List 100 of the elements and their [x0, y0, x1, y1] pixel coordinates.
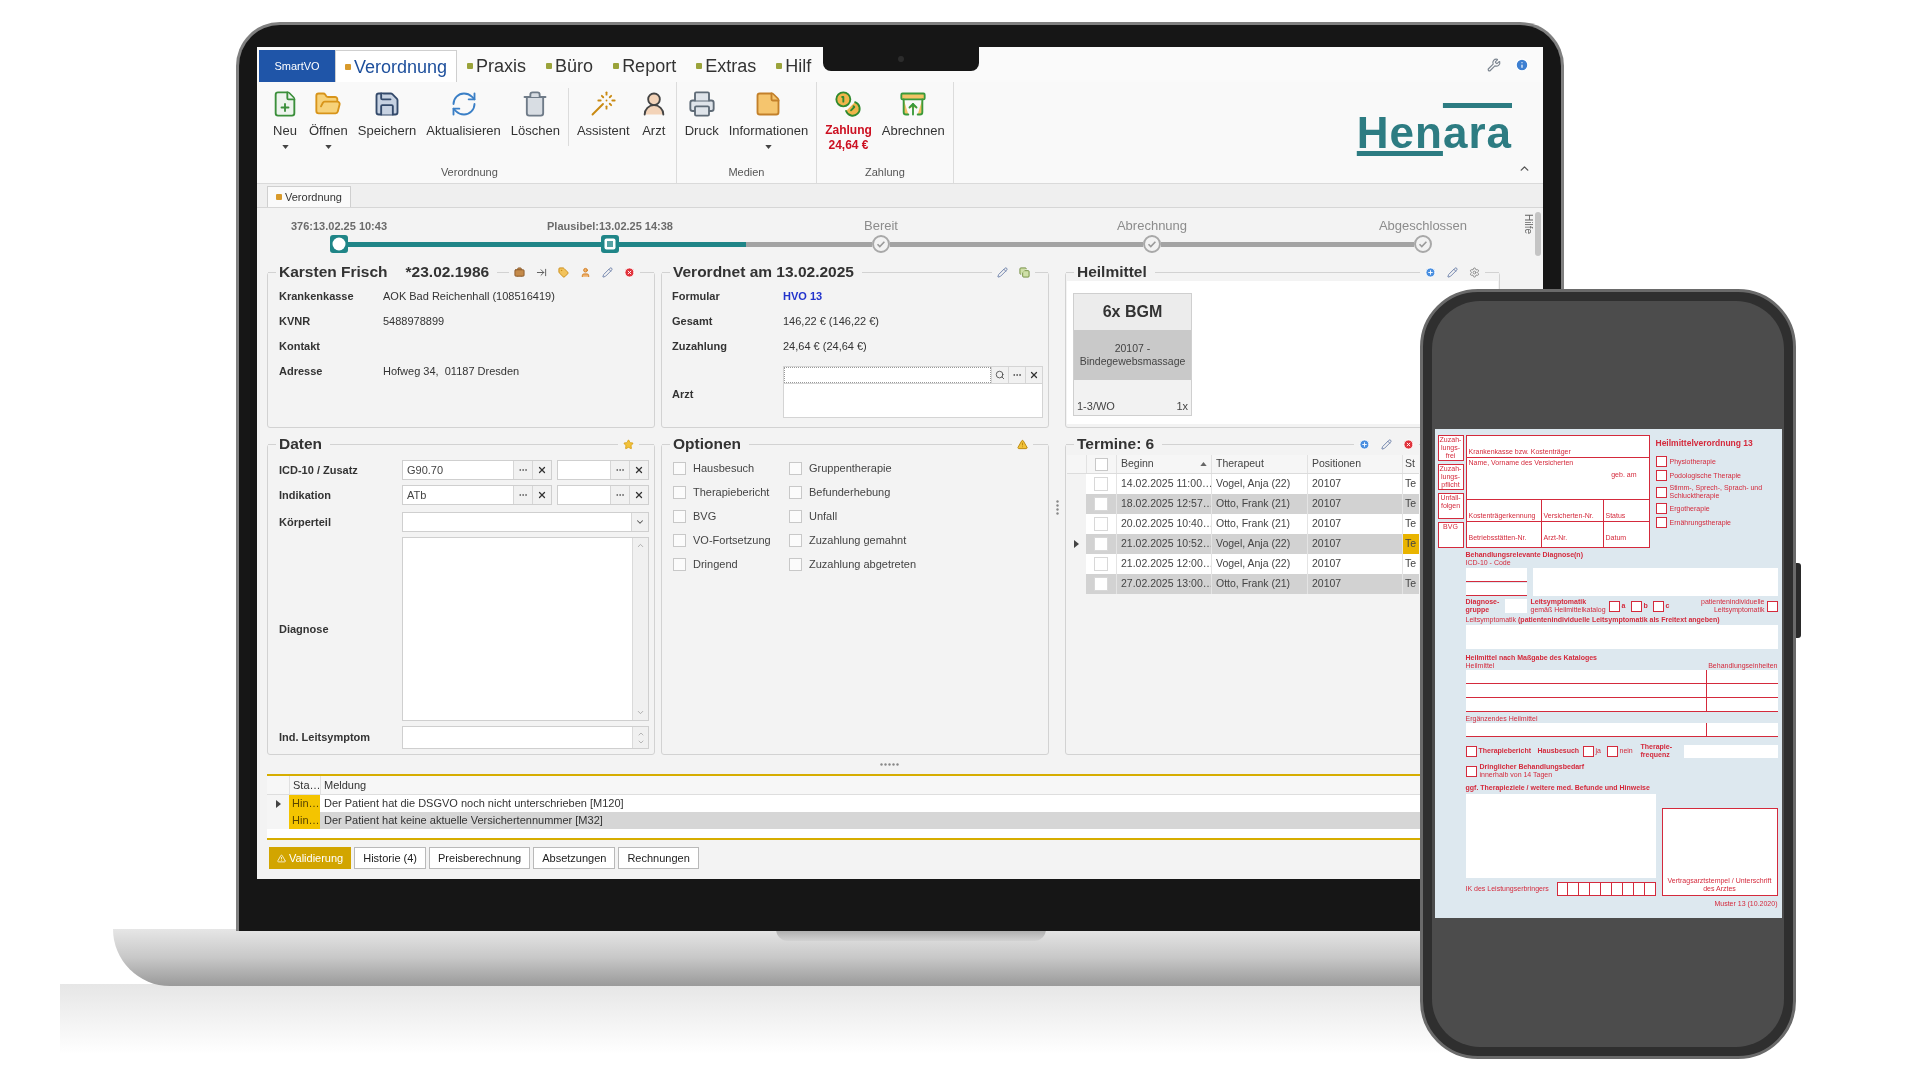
table-row[interactable]: 21.02.2025 12:00… Vogel, Anja (22) 20107 Te [1067, 554, 1419, 574]
checkbox[interactable] [673, 509, 686, 523]
pencil-icon[interactable] [997, 266, 1008, 278]
form-field[interactable] [1465, 723, 1706, 736]
app-menu-button[interactable]: SmartVO [259, 50, 335, 82]
x-circle-icon[interactable] [1403, 438, 1414, 450]
splitter-grip-icon[interactable] [1055, 500, 1059, 515]
print-button[interactable]: Druck [679, 82, 724, 162]
text-area-field[interactable] [402, 537, 649, 721]
clear-button[interactable] [532, 486, 551, 504]
form-field[interactable] [1705, 723, 1778, 736]
dropdown-field[interactable] [402, 512, 649, 532]
form-link[interactable]: HVO 13 [783, 288, 823, 305]
delete-button[interactable]: Löschen [505, 82, 565, 162]
row-checkbox[interactable] [1094, 517, 1108, 531]
save-button[interactable]: Speichern [352, 82, 422, 162]
person-icon[interactable] [580, 266, 591, 278]
form-checkbox[interactable] [1465, 765, 1477, 777]
checkbox[interactable] [673, 533, 686, 547]
input-field[interactable]: ATb [402, 485, 552, 505]
menu-tab[interactable]: Büro [536, 50, 604, 82]
checkbox[interactable] [789, 533, 802, 547]
pencil-icon[interactable] [602, 266, 613, 278]
search-button[interactable] [991, 367, 1008, 383]
table-row[interactable]: 20.02.2025 10:40… Otto, Frank (21) 20107 Te [1067, 514, 1419, 534]
column-header[interactable]: Sta… [289, 776, 320, 794]
form-checkbox[interactable] [1766, 600, 1778, 612]
phone-side-button[interactable] [1796, 563, 1801, 638]
x-circle-icon[interactable] [624, 266, 635, 278]
clear-button[interactable] [629, 461, 648, 479]
clear-button[interactable] [629, 486, 648, 504]
form-digit-field[interactable] [1556, 882, 1568, 896]
arrow-right-icon[interactable] [536, 266, 547, 278]
form-digit-field[interactable] [1600, 882, 1612, 896]
form-checkbox[interactable] [1465, 745, 1477, 757]
dropdown-button[interactable] [631, 513, 648, 531]
table-row[interactable]: 14.02.2025 11:00… Vogel, Anja (22) 20107 Te [1067, 474, 1419, 494]
form-field[interactable] [1465, 794, 1656, 878]
form-checkbox[interactable] [1655, 517, 1667, 528]
form-checkbox[interactable] [1606, 745, 1618, 757]
form-field[interactable] [1705, 670, 1778, 683]
tools-icon[interactable] [1487, 57, 1501, 72]
bottom-tab[interactable]: Historie (4) [354, 847, 427, 869]
column-header[interactable]: Therapeut [1211, 455, 1307, 473]
gear-icon[interactable] [1469, 266, 1480, 278]
checkbox[interactable] [789, 509, 802, 523]
checkbox[interactable] [789, 461, 802, 475]
form-field[interactable] [1465, 698, 1706, 711]
spin-field[interactable] [402, 726, 649, 749]
form-field[interactable] [1705, 698, 1778, 711]
pencil-icon[interactable] [1447, 266, 1458, 278]
doctor-lookup-field[interactable] [783, 366, 1043, 418]
form-digit-field[interactable] [1567, 882, 1579, 896]
pencil-icon[interactable] [1381, 438, 1392, 450]
form-checkbox[interactable] [1630, 600, 1642, 612]
scrollbar-thumb[interactable] [1535, 212, 1541, 256]
column-header[interactable]: Positionen [1307, 455, 1402, 473]
bottom-tab[interactable]: Rechnungen [618, 847, 699, 869]
bottom-tab[interactable]: Absetzungen [533, 847, 616, 869]
menu-tab[interactable]: Praxis [457, 50, 537, 82]
clear-button[interactable] [1025, 367, 1042, 383]
info-icon[interactable] [1515, 57, 1529, 72]
star-icon[interactable] [623, 438, 634, 450]
form-checkbox[interactable] [1655, 503, 1667, 514]
form-field[interactable] [1465, 625, 1778, 649]
checkbox[interactable] [673, 485, 686, 499]
row-checkbox[interactable] [1094, 557, 1108, 571]
input-field[interactable]: G90.70 [402, 460, 552, 480]
form-checkbox[interactable] [1655, 470, 1667, 481]
form-digit-field[interactable] [1611, 882, 1623, 896]
form-digit-field[interactable] [1633, 882, 1645, 896]
help-side-tab[interactable]: Hilfe [1522, 214, 1534, 234]
menu-tab[interactable]: Hilf [766, 50, 822, 82]
row-checkbox[interactable] [1094, 497, 1108, 511]
clear-button[interactable] [532, 461, 551, 479]
plus-circle-icon[interactable] [1425, 266, 1436, 278]
form-checkbox[interactable] [1655, 486, 1667, 498]
form-checkbox[interactable] [1655, 456, 1667, 467]
tag-icon[interactable] [558, 266, 569, 278]
menu-tab[interactable]: Report [603, 50, 687, 82]
refresh-button[interactable]: Aktualisieren [421, 82, 506, 162]
splitter-grip-icon[interactable] [879, 763, 899, 766]
table-row[interactable]: 21.02.2025 10:52… Vogel, Anja (22) 20107 Te [1067, 534, 1419, 554]
form-digit-field[interactable] [1578, 882, 1590, 896]
checkbox[interactable] [789, 485, 802, 499]
select-all-checkbox[interactable] [1095, 457, 1108, 471]
checkbox[interactable] [789, 557, 802, 571]
form-digit-field[interactable] [1644, 882, 1656, 896]
form-digit-field[interactable] [1589, 882, 1601, 896]
plus-circle-icon[interactable] [1359, 438, 1370, 450]
briefcase-icon[interactable] [514, 266, 525, 278]
information-button[interactable]: Informationen [723, 82, 814, 162]
form-field[interactable] [1683, 744, 1778, 758]
column-header[interactable]: Beginn [1116, 455, 1211, 473]
billing-button[interactable]: Abrechnen [876, 82, 950, 162]
payment-button[interactable]: Zahlung 24,64 € [820, 82, 877, 162]
menu-tab[interactable]: Extras [686, 50, 767, 82]
menu-tab[interactable]: Verordnung [335, 50, 458, 82]
table-row[interactable]: Hin… Der Patient hat keine aktuelle Versichertennummer [M32] [267, 812, 1420, 829]
row-checkbox[interactable] [1094, 477, 1108, 491]
